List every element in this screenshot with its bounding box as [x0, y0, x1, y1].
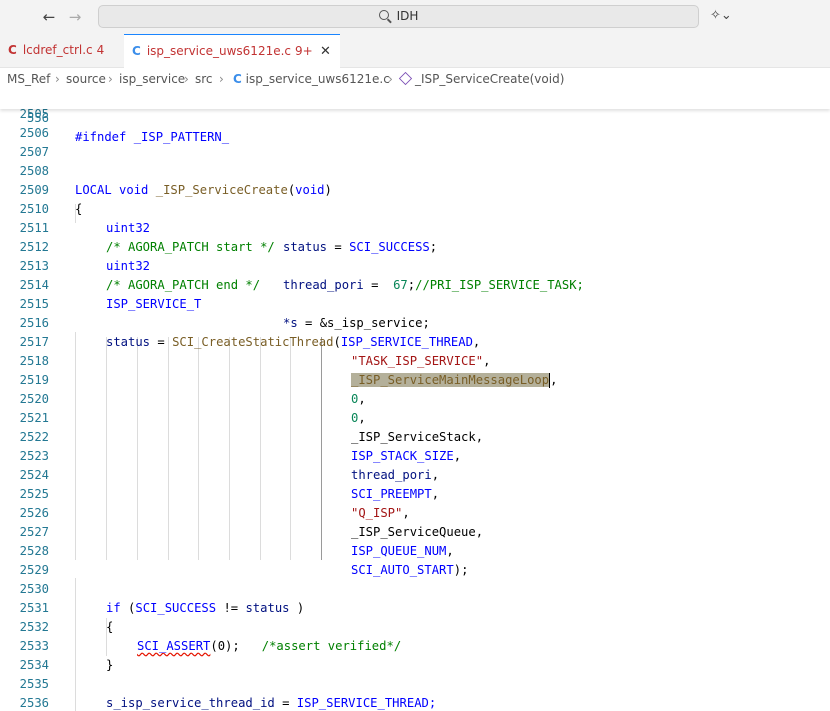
code-line: 2529 [0, 561, 830, 580]
c-file-icon: C [132, 44, 141, 58]
sticky-code: #ifndef _ISP_PATTERN_ [75, 130, 230, 144]
line-number: 2513 [19, 259, 49, 273]
line-number: 2523 [19, 449, 49, 463]
code-editor[interactable]: 556 #ifndef _ISP_PATTERN_ 2505 2506 2507… [0, 90, 830, 711]
sticky-scroll-header[interactable]: 556 #ifndef _ISP_PATTERN_ [0, 90, 830, 144]
line-number: 2532 [19, 620, 49, 634]
chevron-right-icon: › [388, 72, 393, 86]
back-arrow-icon[interactable]: ← [38, 6, 60, 28]
line-number: 2509 [19, 183, 49, 197]
close-icon[interactable]: ✕ [320, 35, 331, 68]
line-number: 2533 [19, 639, 49, 653]
code-line: 2520 0, [0, 390, 830, 425]
code-line: 2526 _ISP_ServiceQueue, [0, 504, 830, 539]
tab-isp-service[interactable]: Cisp_service_uws6121e.c 9+ ✕ [124, 34, 340, 68]
breadcrumb-symbol[interactable]: _ISP_ServiceCreate(void) [398, 68, 565, 90]
line-number: 2531 [19, 601, 49, 615]
line-number: 2518 [19, 354, 49, 368]
code-line: 2510 uint32 status = SCI_SUCCESS; [0, 200, 830, 254]
chevron-right-icon: › [219, 72, 224, 86]
code-line: 2533 } [0, 637, 830, 672]
line-number: 2530 [19, 582, 49, 596]
breadcrumb-item[interactable]: src [195, 68, 213, 90]
problem-count: 9+ [295, 44, 313, 58]
line-number: 2529 [19, 563, 49, 577]
code-line: 2521 _ISP_ServiceStack, [0, 409, 830, 444]
method-cube-icon [398, 71, 413, 86]
forward-arrow-icon[interactable]: → [64, 6, 86, 28]
line-number: 2528 [19, 544, 49, 558]
code-line: 2513 /* AGORA_PATCH end */ [0, 257, 830, 292]
c-file-icon: C [233, 72, 242, 86]
code-line: 2525 "Q_ISP", [0, 485, 830, 520]
command-center-search[interactable]: IDH [98, 5, 699, 28]
code-line: 2535 s_isp_service_thread_id = ISP_SERVI… [0, 675, 830, 710]
code-line: 2522 ISP_STACK_SIZE, [0, 428, 830, 463]
line-number: 2517 [19, 335, 49, 349]
line-number: 2534 [19, 658, 49, 672]
line-number: 2521 [19, 411, 49, 425]
tab-label: lcdref_ctrl.c [22, 43, 93, 57]
chevron-right-icon: › [55, 72, 60, 86]
code-line: 2528 SCI_AUTO_START); [0, 542, 830, 577]
breadcrumb-item[interactable]: isp_service [119, 68, 185, 90]
tab-bar: Clcdref_ctrl.c 4 Cisp_service_uws6121e.c 9… [0, 34, 830, 68]
breadcrumb-file[interactable]: C isp_service_uws6121e.c [233, 68, 390, 90]
code-line: 2531 { [0, 599, 830, 634]
breadcrumb-item: isp_service_uws6121e.c [245, 72, 390, 86]
line-number: 2526 [19, 506, 49, 520]
code-line: 2519 0, [0, 371, 830, 406]
code-line: 2516 status = SCI_CreateStaticThread(ISP… [0, 314, 830, 349]
breadcrumb-item: _ISP_ServiceCreate(void) [415, 72, 565, 86]
code-line: 2517 "TASK_ISP_SERVICE", [0, 333, 830, 368]
code-line: 2532 SCI_ASSERT(0); /*assert verified*/ [0, 618, 830, 653]
code-line: 2534 [0, 656, 830, 675]
line-number: 556 [26, 111, 49, 125]
line-number: 2512 [19, 240, 49, 254]
line-number: 2515 [19, 297, 49, 311]
breadcrumb-item[interactable]: source [66, 68, 106, 90]
line-number: 2525 [19, 487, 49, 501]
code-line: 2514 ISP_SERVICE_T *s = &s_isp_service; [0, 276, 830, 330]
line-number: 2510 [19, 202, 49, 216]
line-number: 2522 [19, 430, 49, 444]
line-number: 2527 [19, 525, 49, 539]
line-number: 2514 [19, 278, 49, 292]
code-line: 2530 if (SCI_SUCCESS != status ) [0, 580, 830, 615]
line-number: 2520 [19, 392, 49, 406]
code-line: 2511 /* AGORA_PATCH start */ [0, 219, 830, 254]
line-number: 2519 [19, 373, 49, 387]
tab-lcdref-ctrl[interactable]: Clcdref_ctrl.c 4 [0, 34, 123, 67]
code-line: 2508 LOCAL void _ISP_ServiceCreate(void) [0, 162, 830, 197]
c-file-icon: C [8, 43, 17, 57]
search-icon [378, 10, 389, 20]
line-number: 2524 [19, 468, 49, 482]
tab-label: isp_service_uws6121e.c [146, 44, 292, 58]
code-line: 2523 thread_pori, [0, 447, 830, 482]
code-line: 2524 SCI_PREEMPT, [0, 466, 830, 501]
line-number: 2516 [19, 316, 49, 330]
search-text: IDH [396, 9, 419, 23]
code-line: 2515 [0, 295, 830, 314]
line-number: 2535 [19, 677, 49, 691]
copilot-icon[interactable]: ✧⌄ [710, 8, 736, 26]
line-number: 2536 [19, 696, 49, 710]
breadcrumb: MS_Ref › source › isp_service › src › C … [0, 68, 830, 90]
line-number: 2511 [19, 221, 49, 235]
code-line: 2512 uint32 thread_pori = 67;//PRI_ISP_S… [0, 238, 830, 292]
breadcrumb-item[interactable]: MS_Ref [7, 68, 50, 90]
code-line: 2536 [0, 694, 830, 711]
problem-count: 4 [96, 43, 105, 57]
title-bar: ← → IDH ✧⌄ [0, 0, 830, 34]
code-line: 2518 _ISP_ServiceMainMessageLoop, [0, 352, 830, 388]
chevron-right-icon: › [108, 72, 113, 86]
code-line: 2509 { [0, 181, 830, 216]
chevron-right-icon: › [184, 72, 189, 86]
code-line: 2527 ISP_QUEUE_NUM, [0, 523, 830, 558]
